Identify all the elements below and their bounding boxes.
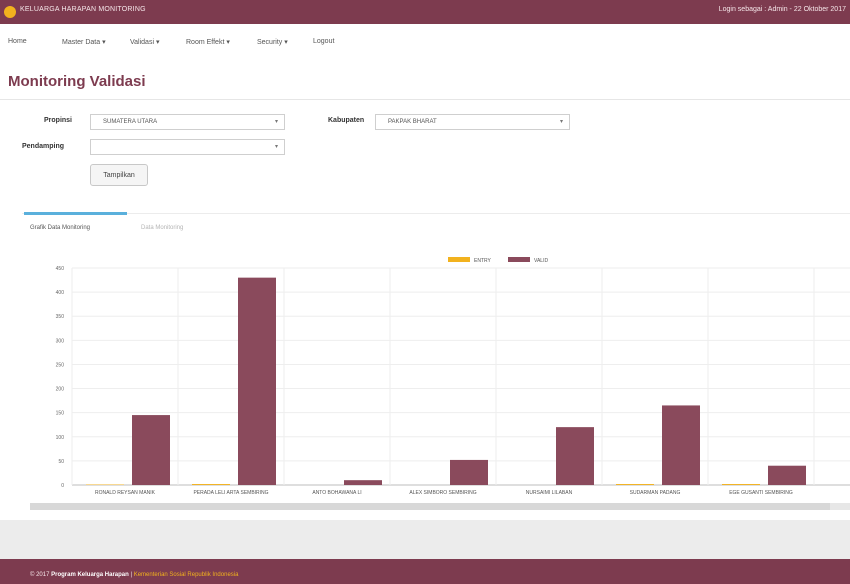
bar-valid xyxy=(238,277,276,485)
x-tick-label: SUDARMAN PADANG xyxy=(630,490,681,496)
y-tick-label: 100 xyxy=(56,435,65,441)
footer-copyright: © 2017 xyxy=(30,572,50,578)
bar-entry xyxy=(192,484,230,485)
bar-valid xyxy=(344,480,382,485)
legend-label: VALID xyxy=(534,258,548,264)
legend-label: ENTRY xyxy=(474,258,492,264)
x-tick-label: ANTO BOHAWANA LI xyxy=(312,490,361,496)
footer-program: Program Keluarga Harapan xyxy=(51,572,129,578)
footer-link[interactable]: Kementerian Sosial Republik Indonesia xyxy=(134,572,239,578)
x-tick-label: NURSAIMI LILABAN xyxy=(526,490,573,496)
bar-valid xyxy=(662,405,700,485)
bar-entry xyxy=(616,484,654,485)
y-tick-label: 300 xyxy=(56,338,65,344)
y-tick-label: 400 xyxy=(56,290,65,296)
y-tick-label: 150 xyxy=(56,411,65,417)
x-tick-label: PERADA LELI ARTA SEMBIRING xyxy=(193,490,268,496)
footer-text: © 2017 Program Keluarga Harapan | Kement… xyxy=(30,572,239,578)
bar-valid xyxy=(132,415,170,485)
bar-valid xyxy=(768,465,806,485)
y-tick-label: 200 xyxy=(56,387,65,393)
x-tick-label: RONALD REYSAN MANIK xyxy=(95,490,156,496)
legend-swatch xyxy=(508,257,530,262)
y-tick-label: 0 xyxy=(61,483,64,489)
y-tick-label: 350 xyxy=(56,314,65,320)
bar-valid xyxy=(450,459,488,485)
y-tick-label: 50 xyxy=(58,459,64,465)
x-tick-label: EGE GUSANTI SEMBIRING xyxy=(729,490,793,496)
y-tick-label: 250 xyxy=(56,362,65,368)
x-tick-label: ALEX SIMBORO SEMBIRING xyxy=(409,490,476,496)
bar-valid xyxy=(556,427,594,485)
y-tick-label: 450 xyxy=(56,266,65,272)
bar-entry xyxy=(722,484,760,485)
footer: © 2017 Program Keluarga Harapan | Kement… xyxy=(0,559,850,584)
monitoring-bar-chart: 0 50 100 150 200 250 300 350 400 450 RONALD REYSAN… xyxy=(30,257,850,510)
legend-swatch xyxy=(448,257,470,262)
chart-scrollbar-thumb xyxy=(30,503,830,510)
